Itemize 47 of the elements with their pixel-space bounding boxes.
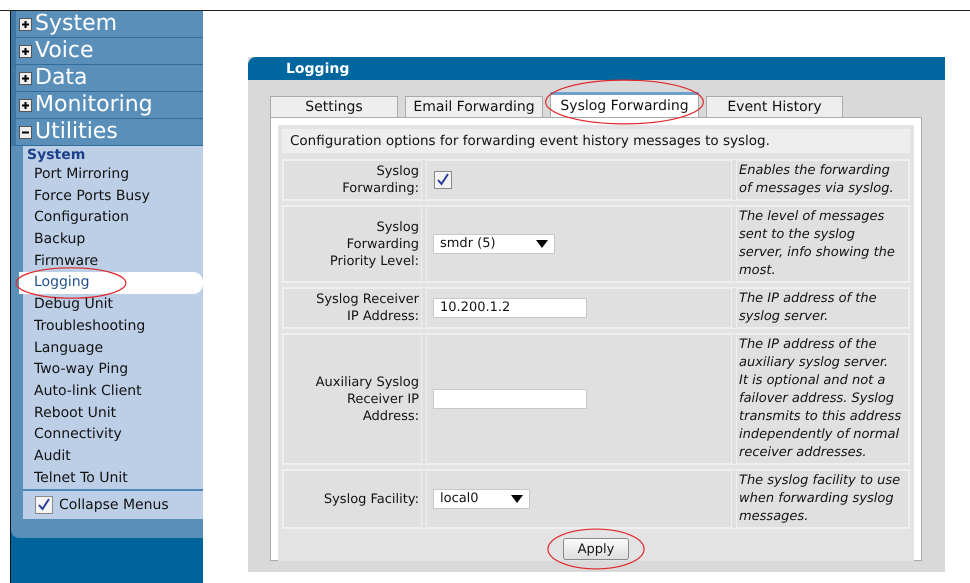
tab[interactable]: Syslog Forwarding <box>550 92 699 117</box>
field-label: Syslog Forwarding Priority Level: <box>283 206 422 282</box>
menu-item[interactable]: Two-way Ping <box>23 359 203 381</box>
field-label: Syslog Facility: <box>283 470 422 528</box>
input-field[interactable] <box>433 389 587 409</box>
dropdown-arrow-icon <box>536 240 548 248</box>
menu-item[interactable]: Connectivity <box>23 424 203 446</box>
expand-icon <box>19 44 32 58</box>
input-field[interactable]: 10.200.1.2 <box>433 298 587 318</box>
tab[interactable]: Settings <box>270 96 398 117</box>
tab[interactable]: Event History <box>706 96 843 117</box>
checkbox[interactable] <box>35 496 53 514</box>
menu-item[interactable]: Backup <box>23 229 203 251</box>
apply-button[interactable]: Apply <box>563 538 629 560</box>
expand-icon <box>19 72 32 84</box>
dropdown[interactable]: smdr (5) <box>433 234 555 254</box>
collapse-icon <box>19 126 32 138</box>
menu-group-heading: System <box>26 147 86 164</box>
field-label: Auxiliary Syslog Receiver IP Address: <box>283 334 422 464</box>
menu-item[interactable]: Telnet To Unit <box>23 468 203 490</box>
menu-item[interactable]: Audit <box>23 446 203 468</box>
dropdown-arrow-icon <box>511 495 523 503</box>
expand-icon <box>19 18 32 30</box>
menu-item[interactable]: Troubleshooting <box>23 316 203 338</box>
help-text: The level of messages sent to the syslog server, info showing the most. <box>736 206 909 282</box>
checkbox[interactable] <box>434 171 452 189</box>
tab[interactable]: Email Forwarding <box>405 96 543 117</box>
dropdown[interactable]: local0 <box>433 489 530 509</box>
menu-item[interactable]: Debug Unit <box>23 294 203 316</box>
menu-item[interactable]: Force Ports Busy <box>23 186 203 208</box>
checkbox-label: Collapse Menus <box>59 497 169 514</box>
panel-title: Logging <box>248 57 945 80</box>
menu-item[interactable]: Configuration <box>23 207 203 230</box>
menu-item[interactable]: Logging <box>19 272 203 294</box>
menu-item[interactable]: Port Mirroring <box>23 164 203 186</box>
menu-item[interactable]: Language <box>23 338 203 360</box>
help-text: Enables the forwarding of messages via syslog. <box>736 160 909 200</box>
help-text: The IP address of the auxiliary syslog server. It is optional and not a failover address. Syslog transmits to this address independently of normal receiver addresses. <box>736 334 909 464</box>
description-text: Configuration options for forwarding event history messages to syslog. <box>282 129 910 153</box>
field-label: Syslog Receiver IP Address: <box>283 288 422 328</box>
menu-item[interactable]: Auto-link Client <box>23 380 203 403</box>
menu-item[interactable]: Firmware <box>23 250 203 272</box>
menu-item[interactable]: Reboot Unit <box>23 402 203 424</box>
field-label: Syslog Forwarding: <box>283 160 422 200</box>
help-text: The IP address of the syslog server. <box>736 288 909 328</box>
expand-icon <box>19 98 32 112</box>
help-text: The syslog facility to use when forwarding syslog messages. <box>736 470 909 528</box>
